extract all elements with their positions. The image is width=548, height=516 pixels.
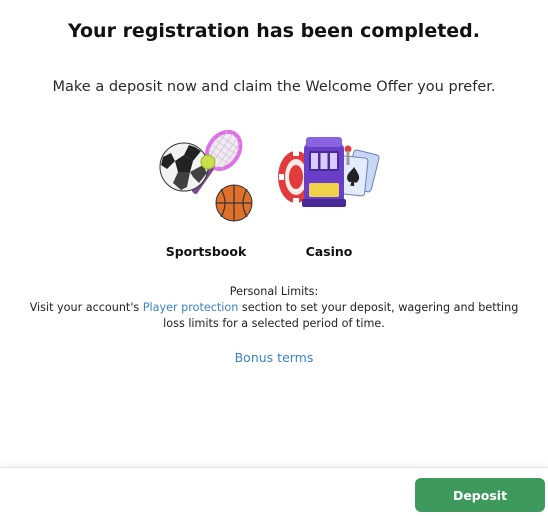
bonus-terms-link[interactable]: Bonus terms bbox=[235, 350, 314, 365]
bonus-terms: Bonus terms bbox=[0, 350, 548, 365]
deposit-button[interactable]: Deposit bbox=[415, 478, 545, 512]
limits-text-before: Visit your account's bbox=[29, 301, 143, 314]
offer-sportsbook[interactable]: Sportsbook bbox=[151, 127, 261, 267]
welcome-offers: Sportsbook Casino bbox=[0, 127, 548, 267]
page-title: Your registration has been completed. bbox=[67, 20, 480, 42]
player-protection-link[interactable]: Player protection bbox=[143, 301, 239, 314]
offer-sportsbook-label: Sportsbook bbox=[165, 244, 247, 259]
footer-bar: Deposit bbox=[0, 467, 548, 516]
personal-limits-info: Personal Limits: Visit your account's Pl… bbox=[20, 284, 528, 332]
sports-balls-icon bbox=[159, 129, 253, 222]
page-subtitle: Make a deposit now and claim the Welcome… bbox=[52, 79, 496, 95]
personal-limits-heading: Personal Limits: bbox=[229, 285, 319, 298]
slot-machine-icon bbox=[278, 137, 380, 207]
personal-limits-text: Visit your account's Player protection s… bbox=[20, 300, 528, 332]
offer-casino-label: Casino bbox=[305, 244, 353, 259]
offer-casino[interactable]: Casino bbox=[274, 127, 384, 267]
